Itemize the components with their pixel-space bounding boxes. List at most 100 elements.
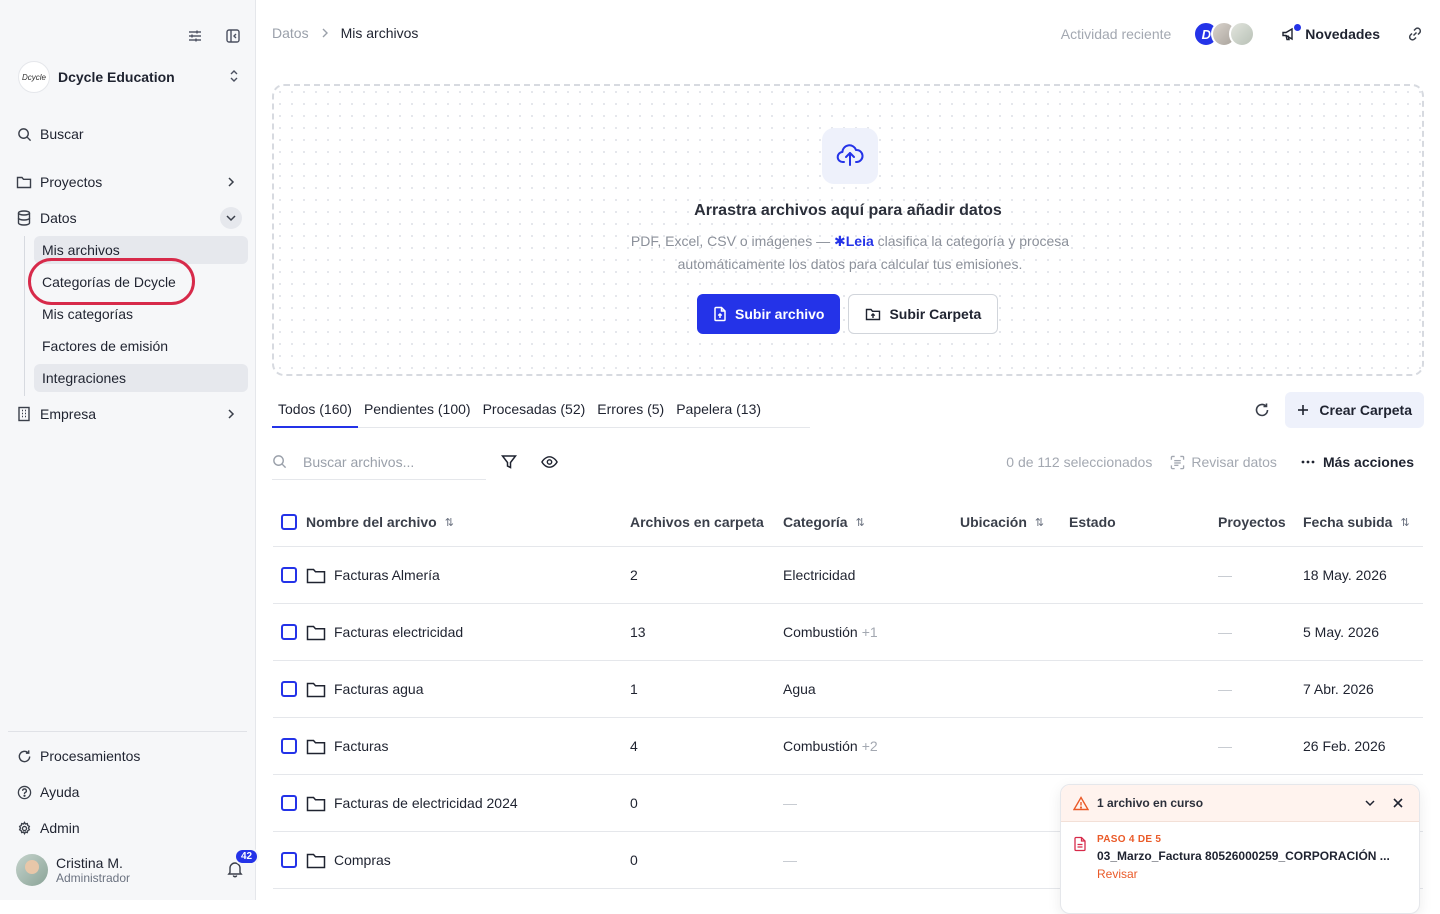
chevron-down-icon[interactable] xyxy=(1361,794,1379,812)
table-row[interactable]: Facturas agua 1 Agua — 7 Abr. 2026 xyxy=(273,661,1423,718)
selection-count: 0 de 112 seleccionados xyxy=(1006,454,1153,470)
tab-errores[interactable]: Errores (5) xyxy=(591,392,670,428)
news-button[interactable]: Novedades xyxy=(1281,24,1380,42)
sidebar-item-admin[interactable]: Admin xyxy=(16,815,242,841)
submenu-categorias-dcycle[interactable]: Categorías de Dcycle xyxy=(34,268,248,296)
table-row[interactable]: Facturas 4 Combustión +2 — 26 Feb. 2026 xyxy=(273,718,1423,775)
col-name[interactable]: Nombre del archivo ⇅ xyxy=(306,498,454,546)
chevron-down-icon[interactable] xyxy=(220,207,242,229)
chevron-right-icon[interactable] xyxy=(220,171,242,193)
refresh-icon xyxy=(16,748,32,764)
create-folder-button[interactable]: Crear Carpeta xyxy=(1285,392,1424,428)
user-profile[interactable]: Cristina M. Administrador 42 xyxy=(16,848,260,886)
col-files: Archivos en carpeta xyxy=(630,498,764,546)
submenu-integraciones[interactable]: Integraciones xyxy=(34,364,248,392)
upload-dropzone[interactable]: Arrastra archivos aquí para añadir datos… xyxy=(272,84,1424,376)
link-icon[interactable] xyxy=(1406,25,1424,43)
main-content: Datos Mis archivos Actividad reciente D … xyxy=(256,0,1440,900)
filter-icon[interactable] xyxy=(500,453,518,471)
more-actions-button[interactable]: Más acciones xyxy=(1301,454,1414,470)
row-checkbox[interactable] xyxy=(281,795,297,811)
folder-icon xyxy=(306,852,326,869)
sidebar-item-proyectos[interactable]: Proyectos xyxy=(16,169,242,195)
collaborator-avatars[interactable]: D xyxy=(1193,21,1256,47)
sort-icon: ⇅ xyxy=(855,516,865,529)
plus-icon xyxy=(1298,405,1309,415)
category-value: Combustión xyxy=(783,738,858,754)
file-tabs: Todos (160) Pendientes (100) Procesadas … xyxy=(272,392,810,428)
notifications-button[interactable]: 42 xyxy=(226,848,260,880)
category-extra-count: +1 xyxy=(861,624,878,640)
avatar xyxy=(1229,21,1256,47)
col-files-label: Archivos en carpeta xyxy=(630,514,764,530)
review-data-button[interactable]: Revisar datos xyxy=(1170,454,1277,470)
table-row[interactable]: Facturas electricidad 13 Combustión +1 — 5 Ma… xyxy=(273,604,1423,661)
row-checkbox[interactable] xyxy=(281,852,297,868)
row-checkbox[interactable] xyxy=(281,681,297,697)
sidebar: Dcycle Dcycle Education Buscar Proyectos… xyxy=(0,0,260,900)
table-toolbar: 0 de 112 seleccionados Revisar datos Más… xyxy=(272,444,1424,480)
file-name[interactable]: Compras xyxy=(334,852,391,868)
col-projects: Proyectos xyxy=(1218,498,1286,546)
files-count: 1 xyxy=(630,681,638,697)
sort-icon: ⇅ xyxy=(1400,516,1410,529)
select-all-checkbox[interactable] xyxy=(281,514,297,530)
file-name[interactable]: Facturas electricidad xyxy=(334,624,463,640)
file-name[interactable]: Facturas Almería xyxy=(334,567,440,583)
search-input[interactable] xyxy=(303,453,473,470)
col-category[interactable]: Categoría ⇅ xyxy=(783,498,865,546)
sidebar-item-empresa[interactable]: Empresa xyxy=(16,401,242,427)
submenu-factores-emision[interactable]: Factores de emisión xyxy=(34,332,248,360)
recent-activity-link[interactable]: Actividad reciente xyxy=(1061,26,1172,42)
collapse-sidebar-icon[interactable] xyxy=(224,27,242,45)
org-logo: Dcycle xyxy=(18,61,50,93)
sidebar-item-datos[interactable]: Datos xyxy=(16,205,242,231)
upload-file-button[interactable]: Subir archivo xyxy=(697,294,841,334)
close-icon[interactable] xyxy=(1389,794,1407,812)
row-checkbox[interactable] xyxy=(281,624,297,640)
col-location[interactable]: Ubicación ⇅ xyxy=(960,498,1044,546)
settings-sliders-icon[interactable] xyxy=(186,27,204,45)
sidebar-item-label: Datos xyxy=(40,210,77,226)
sort-icon: ⇅ xyxy=(1034,516,1045,529)
sidebar-search[interactable]: Buscar xyxy=(16,121,242,147)
leia-sparkle-icon: ✱ xyxy=(834,233,846,249)
sidebar-item-procesamientos[interactable]: Procesamientos xyxy=(16,743,242,769)
category-value: Agua xyxy=(783,681,816,697)
submenu-mis-categorias[interactable]: Mis categorías xyxy=(34,300,248,328)
dropzone-description: PDF, Excel, CSV o imágenes — ✱Leia clasi… xyxy=(604,230,1096,276)
eye-icon[interactable] xyxy=(540,453,558,471)
file-name[interactable]: Facturas de electricidad 2024 xyxy=(334,795,518,811)
file-name[interactable]: Facturas agua xyxy=(334,681,424,697)
user-role: Administrador xyxy=(56,871,131,885)
upload-folder-button[interactable]: Subir Carpeta xyxy=(848,294,999,334)
file-search xyxy=(272,444,486,480)
sidebar-item-ayuda[interactable]: Ayuda xyxy=(16,779,242,805)
toast-body: PASO 4 DE 5 03_Marzo_Factura 80526000259… xyxy=(1061,822,1419,881)
toast-review-link[interactable]: Revisar xyxy=(1097,867,1407,881)
warning-icon xyxy=(1073,795,1089,810)
tab-papelera[interactable]: Papelera (13) xyxy=(670,392,767,428)
toast-filename: 03_Marzo_Factura 80526000259_CORPORACIÓN… xyxy=(1097,849,1390,863)
tab-todos[interactable]: Todos (160) xyxy=(272,392,358,428)
chevron-right-icon[interactable] xyxy=(220,403,242,425)
toast-step: PASO 4 DE 5 xyxy=(1097,834,1162,845)
breadcrumb-datos[interactable]: Datos xyxy=(272,25,309,41)
file-name[interactable]: Facturas xyxy=(334,738,388,754)
col-date[interactable]: Fecha subida ⇅ xyxy=(1303,498,1410,546)
gear-icon xyxy=(16,820,32,836)
org-name: Dcycle Education xyxy=(58,69,175,85)
tab-procesadas[interactable]: Procesadas (52) xyxy=(477,392,592,428)
tab-pendientes[interactable]: Pendientes (100) xyxy=(358,392,477,428)
avatar xyxy=(16,854,48,886)
projects-value: — xyxy=(1218,738,1232,754)
row-checkbox[interactable] xyxy=(281,738,297,754)
row-checkbox[interactable] xyxy=(281,567,297,583)
refresh-icon[interactable] xyxy=(1253,401,1271,419)
col-projects-label: Proyectos xyxy=(1218,514,1286,530)
org-switcher[interactable]: Dcycle Dcycle Education xyxy=(18,60,240,94)
processing-toast: 1 archivo en curso PASO 4 DE 5 03_Marzo_… xyxy=(1060,784,1420,914)
submenu-mis-archivos[interactable]: Mis archivos xyxy=(34,236,248,264)
table-row[interactable]: Facturas Almería 2 Electricidad — 18 May. 20… xyxy=(273,547,1423,604)
search-icon xyxy=(273,455,287,469)
